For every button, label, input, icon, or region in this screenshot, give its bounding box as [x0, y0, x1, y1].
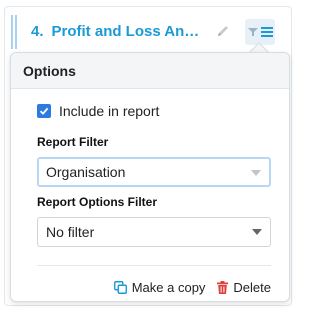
delete-label: Delete	[233, 280, 271, 295]
copy-icon	[113, 281, 127, 294]
chevron-down-icon	[251, 170, 261, 176]
chevron-down-icon	[252, 229, 262, 235]
stage: 4. Profit and Loss Analy... Options Incl…	[0, 0, 300, 316]
report-title-text: Profit and Loss Analy...	[51, 23, 207, 40]
report-title[interactable]: 4. Profit and Loss Analy...	[31, 23, 207, 40]
include-in-report-label: Include in report	[59, 103, 160, 119]
hamburger-menu-icon	[260, 27, 273, 37]
drag-handle-icon[interactable]	[11, 15, 19, 49]
report-card-header: 4. Profit and Loss Analy...	[5, 7, 291, 57]
report-options-filter-select[interactable]: No filter	[37, 217, 271, 247]
divider	[37, 265, 271, 266]
filter-icon	[247, 28, 258, 36]
report-number: 4.	[31, 23, 44, 40]
report-options-filter-label: Report Options Filter	[37, 195, 157, 209]
pencil-icon[interactable]	[215, 23, 231, 39]
report-options-filter-value: No filter	[46, 224, 95, 240]
report-filter-label: Report Filter	[37, 135, 109, 149]
include-in-report-row: Include in report	[37, 101, 269, 121]
include-in-report-checkbox[interactable]	[37, 104, 51, 118]
options-actions: Make a copy Delete	[37, 280, 271, 295]
options-popover: Options Include in report Report Filter …	[10, 52, 290, 302]
report-options-button[interactable]	[245, 19, 275, 45]
report-filter-value: Organisation	[46, 164, 126, 180]
make-copy-button[interactable]: Make a copy	[113, 280, 206, 295]
report-filter-select[interactable]: Organisation	[37, 157, 271, 187]
options-heading: Options	[11, 53, 289, 89]
trash-icon	[217, 281, 229, 294]
checkmark-icon	[39, 107, 49, 115]
options-body: Include in report Report Filter Organisa…	[11, 101, 289, 295]
make-copy-label: Make a copy	[131, 280, 206, 295]
delete-button[interactable]: Delete	[217, 280, 271, 295]
